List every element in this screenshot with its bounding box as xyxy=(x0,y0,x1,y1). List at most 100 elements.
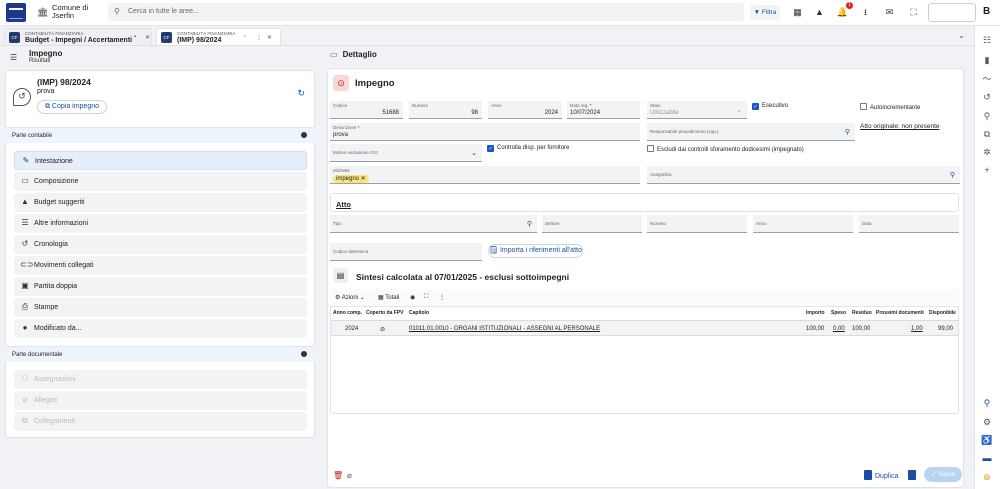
menu-modificato-da[interactable]: ● Modificato da... xyxy=(14,319,307,338)
more-icon[interactable]: ⋮ xyxy=(439,294,445,301)
anno-field[interactable]: Anno 2024 xyxy=(488,101,562,119)
col-prossimi-documenti[interactable]: Prossimi documenti xyxy=(876,310,924,316)
history-icon[interactable]: ↺ xyxy=(980,90,994,104)
expand-icon[interactable]: ⛶ xyxy=(424,294,428,301)
search-icon[interactable]: ⚲ xyxy=(527,220,532,228)
search-input[interactable]: Cerca in tutte le aree... xyxy=(128,8,199,15)
importa-riferimenti-button[interactable]: 🗒 Importa i riferimenti all'atto xyxy=(488,244,583,258)
accessibility-icon[interactable]: ♿ xyxy=(980,433,994,447)
paperclip-icon[interactable]: ⌀ xyxy=(347,471,352,480)
menu-cronologia[interactable]: ↺ Cronologia xyxy=(14,235,307,254)
escludi-checkbox[interactable]: Escludi dai controlli sforamento dodices… xyxy=(647,145,804,153)
filter-button[interactable]: ▼ Filtra xyxy=(750,5,780,20)
col-importo[interactable]: Importo xyxy=(806,310,825,316)
document-icon[interactable] xyxy=(908,470,916,480)
codice-field[interactable]: Codice 51688 xyxy=(330,101,403,119)
tab-impegno[interactable]: CF CONTABILITÀ FINANZIARIA (IMP) 98/2024… xyxy=(156,28,281,46)
col-coperto-fpv[interactable]: Coperto da FPV xyxy=(366,310,404,316)
data-reg-field[interactable]: Data reg. * 10/07/2024 xyxy=(567,101,640,119)
user-field[interactable] xyxy=(928,3,976,22)
tipo-field[interactable]: Tipo ⚲ xyxy=(330,215,537,233)
descrizione-field[interactable]: Descrizione * prova xyxy=(330,123,640,141)
anno-atto-field[interactable]: Anno xyxy=(753,215,853,233)
numero-atto-field[interactable]: Numero xyxy=(647,215,747,233)
menu-icon[interactable]: ☰ xyxy=(10,53,17,62)
fullscreen-icon[interactable]: ⛶ xyxy=(906,5,921,20)
col-capitolo[interactable]: Capitolo xyxy=(409,310,429,316)
search-icon[interactable]: ⚲ xyxy=(845,128,850,136)
summary-table xyxy=(330,289,959,414)
pin-icon[interactable]: ▪ xyxy=(134,34,136,40)
copy-impegno-button[interactable]: ⧉ Copia impegno xyxy=(37,100,107,114)
totali-button[interactable]: ▦ Totali xyxy=(378,294,399,301)
col-residuo[interactable]: Residuo xyxy=(852,310,872,316)
data-atto-field[interactable]: Data xyxy=(859,215,959,233)
more-icon[interactable]: ⋮ xyxy=(256,34,262,41)
gear-icon[interactable]: ⚙ xyxy=(980,415,994,429)
collapse-icon[interactable] xyxy=(301,351,307,357)
chart-icon[interactable]: 〜 xyxy=(980,72,994,86)
etichette-field[interactable]: etichette impegno ✕ xyxy=(330,166,640,184)
menu-movimenti-collegati[interactable]: ⊂⊃ Movimenti collegati xyxy=(14,256,307,275)
close-icon[interactable]: ✕ xyxy=(267,34,272,41)
anagrafica-field[interactable]: Anagrafica ⚲ xyxy=(647,166,960,184)
location-icon[interactable]: ⚲ xyxy=(980,396,994,410)
grid-icon[interactable]: ▦ xyxy=(790,5,805,20)
settore-field[interactable]: Settore xyxy=(542,215,642,233)
menu-stampe[interactable]: ⎙ Stampe xyxy=(14,298,307,317)
autoincrementante-checkbox[interactable]: Autoincrementante xyxy=(860,103,920,111)
col-anno-comp[interactable]: Anno comp. xyxy=(333,310,362,316)
azioni-button[interactable]: ⚙ Azioni ⌄ xyxy=(335,294,365,301)
col-disponibile[interactable]: Disponibile xyxy=(929,310,956,316)
collapse-icon[interactable] xyxy=(301,132,307,138)
tab-budget[interactable]: CF CONTABILITÀ FINANZIARIA Budget - Impe… xyxy=(4,28,152,46)
atto-title[interactable]: Atto xyxy=(336,200,351,209)
download-icon[interactable]: ⭳ xyxy=(858,5,873,20)
col-speso[interactable]: Speso xyxy=(831,310,846,316)
close-icon[interactable]: ✕ xyxy=(145,34,150,41)
menu-budget-suggeriti[interactable]: ▲ Budget suggeriti xyxy=(14,193,307,212)
network-icon[interactable]: ✲ xyxy=(980,145,994,159)
save-button[interactable]: ✓ Salva xyxy=(924,467,962,482)
atto-originale-link[interactable]: Atto originale: non presente xyxy=(860,123,940,130)
duplica-button[interactable]: Duplica xyxy=(864,470,898,480)
plus-icon[interactable]: + xyxy=(980,163,994,177)
field-value: 51688 xyxy=(382,110,399,116)
window-icon[interactable]: ▫ xyxy=(244,34,246,40)
book-icon[interactable]: ▮ xyxy=(980,53,994,67)
columns-icon[interactable]: ☷ xyxy=(980,33,994,47)
menu-altre-informazioni[interactable]: ☰ Altre informazioni xyxy=(14,214,307,233)
mail-icon[interactable]: ✉ xyxy=(882,5,897,20)
esecutivo-checkbox[interactable]: ✓ Esecutivo xyxy=(752,103,788,110)
global-search[interactable]: ⚲ Cerca in tutte le aree... xyxy=(108,3,744,21)
pin-icon[interactable]: ⚲ xyxy=(980,109,994,123)
cell-prossimi-link[interactable]: 1,00 xyxy=(911,326,923,332)
stato-select[interactable]: Stato Utilizzabile ⌄ xyxy=(647,101,747,119)
menu-partita-doppia[interactable]: ▣ Partita doppia xyxy=(14,277,307,296)
numero-field[interactable]: Numero 98 xyxy=(409,101,482,119)
codice-determina-field[interactable]: Codice determina xyxy=(330,243,482,261)
responsabile-field[interactable]: Responsabile procedimento (cap.) ⚲ xyxy=(647,123,855,141)
menu-intestazione[interactable]: ✎ Intestazione xyxy=(14,151,307,170)
chat-icon[interactable]: ▬ xyxy=(980,451,994,465)
copy-icon[interactable]: ⧉ xyxy=(980,127,994,141)
user-avatar[interactable]: B xyxy=(983,6,990,17)
eye-icon[interactable]: ◉ xyxy=(410,294,415,301)
institution-name[interactable]: Comune di Jserfin xyxy=(52,4,88,20)
trash-icon[interactable]: 🗑 xyxy=(333,471,343,480)
cell-speso-link[interactable]: 0,00 xyxy=(833,326,845,332)
help-icon[interactable]: ⊛ xyxy=(980,470,994,484)
controlla-checkbox[interactable]: ✓ Controlla disp. per fornitore xyxy=(487,145,569,152)
refresh-icon[interactable]: ↻ xyxy=(297,88,305,99)
tag-chip[interactable]: impegno ✕ xyxy=(333,175,369,183)
cell-capitolo-link[interactable]: 01011.01.0010 - ORGANI ISTITUZIONALI - A… xyxy=(409,326,600,332)
menu-composizione[interactable]: ▭ Composizione xyxy=(14,172,307,191)
document-icon: ▤ xyxy=(333,268,348,283)
section-parte-contabile[interactable]: Parte contabile xyxy=(5,127,315,143)
search-icon[interactable]: ⚲ xyxy=(950,171,955,179)
motivo-cig-select[interactable]: Motivo esclusione CIG ⌄ xyxy=(330,144,482,162)
app-logo[interactable] xyxy=(6,3,26,22)
chevron-down-icon[interactable]: ⌄ xyxy=(958,31,965,40)
section-parte-documentale[interactable]: Parte documentale xyxy=(5,346,315,362)
warning-icon[interactable]: ▲ xyxy=(812,5,827,20)
